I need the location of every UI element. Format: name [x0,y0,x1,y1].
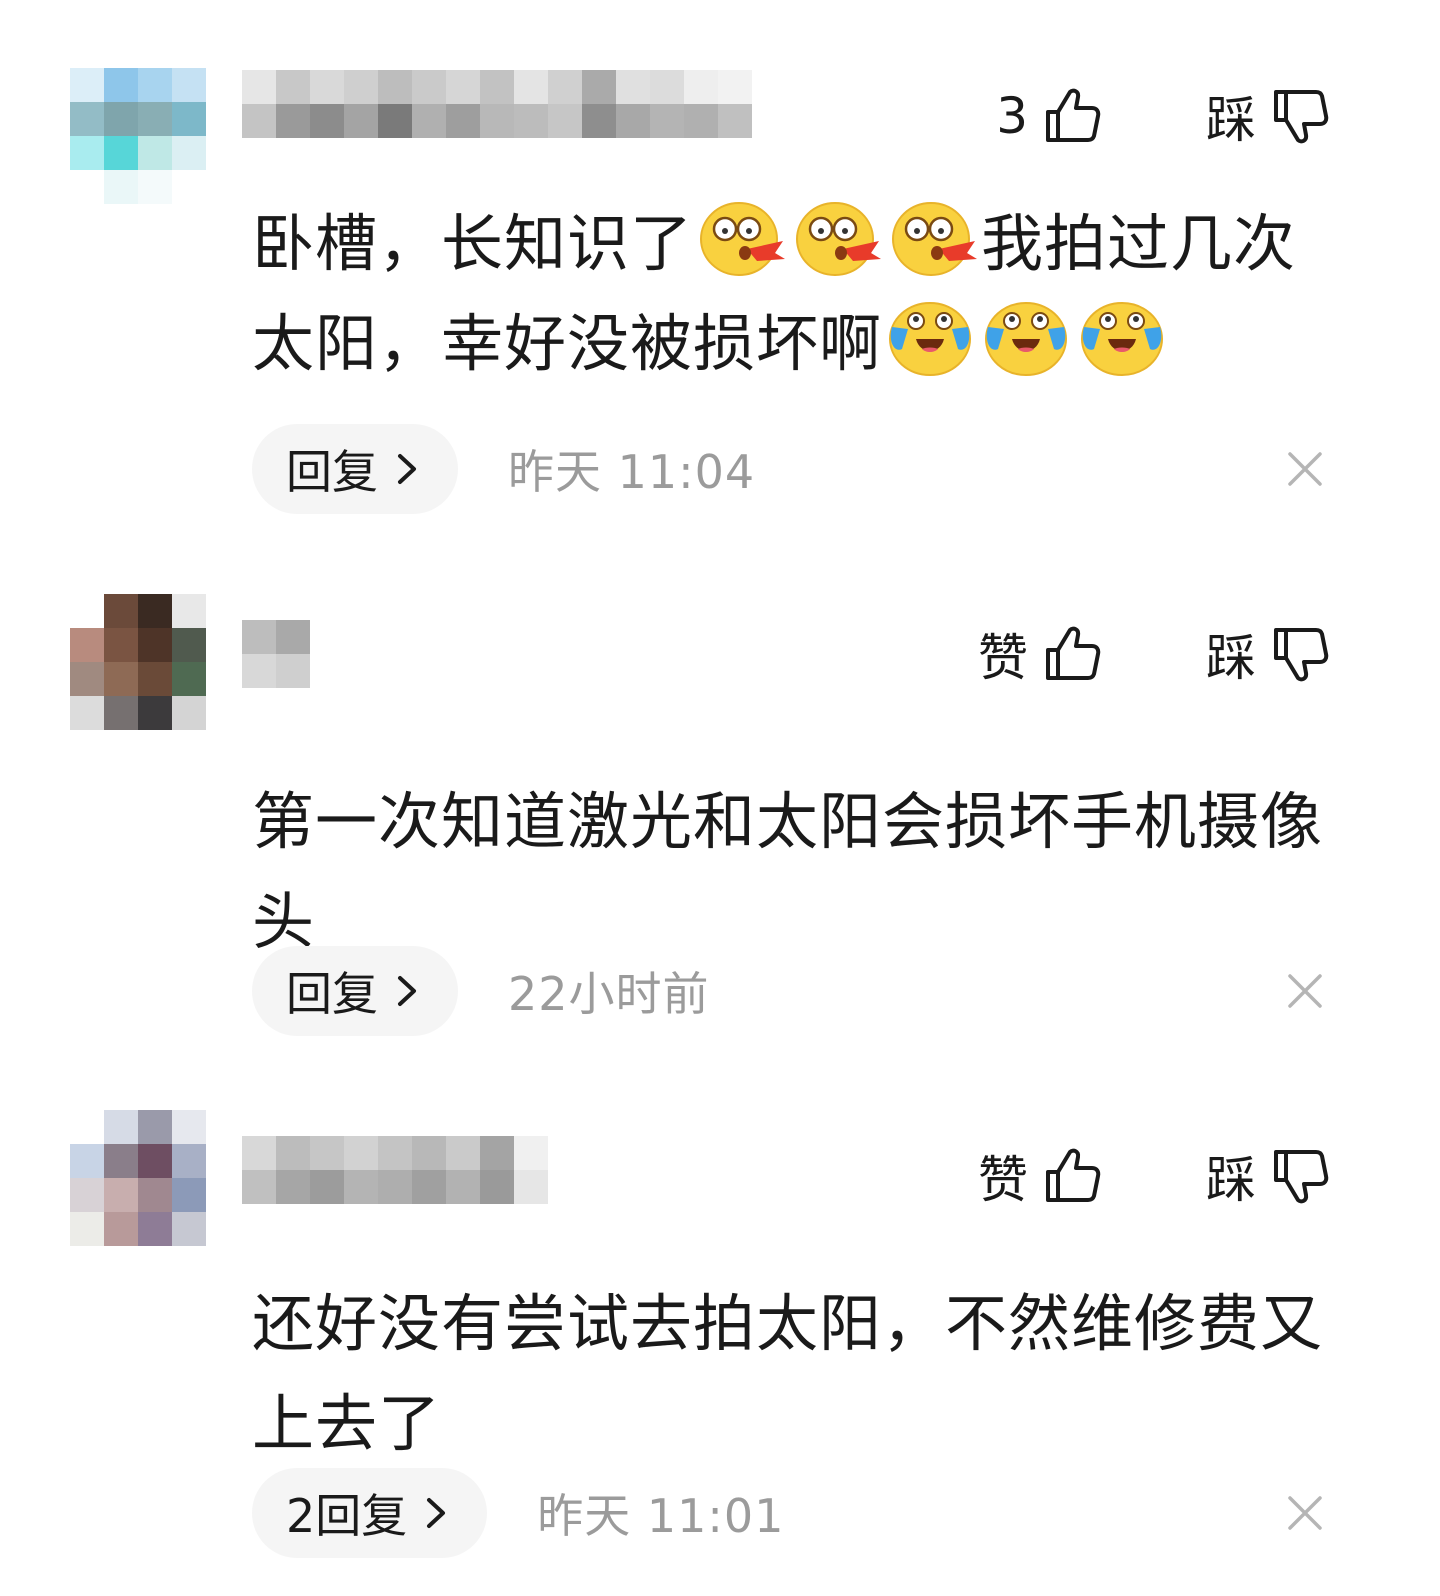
thumbs-down-icon [1270,86,1330,146]
vote-bar: 赞 踩 [978,618,1330,690]
timestamp: 22小时前 [508,967,710,1021]
shocked-spitting-emoji [889,197,977,277]
reply-label: 2回复 [286,1489,408,1543]
thumbs-up-icon [1042,624,1102,684]
shocked-spitting-emoji [793,197,881,277]
like-count: 3 [996,87,1028,145]
dislike-label: 踩 [1206,629,1256,687]
vote-bar: 赞 踩 [978,1140,1330,1212]
comment-item: 赞 踩 第一次知道激光和太阳会损坏手机摄像头 回复 22小时前 [0,540,1440,1060]
dislike-label: 踩 [1206,91,1256,149]
thumbs-up-icon [1042,1146,1102,1206]
dislike-button[interactable]: 踩 [1206,618,1330,690]
vote-bar: 3 踩 [996,80,1330,152]
comment-footer: 回复 22小时前 [252,946,1332,1036]
dislike-label: 踩 [1206,1151,1256,1209]
username[interactable] [242,70,752,138]
chevron-right-icon [425,1496,447,1530]
reply-label: 回复 [286,967,378,1021]
thumbs-down-icon [1270,1146,1330,1206]
dislike-button[interactable]: 踩 [1206,1140,1330,1212]
crying-laughing-emoji [886,297,974,377]
reply-button[interactable]: 回复 [252,424,458,514]
crying-laughing-emoji [982,297,1070,377]
reply-button[interactable]: 回复 [252,946,458,1036]
like-button[interactable]: 赞 [978,618,1102,690]
avatar[interactable] [70,1110,206,1246]
like-label: 赞 [978,1151,1028,1209]
dislike-button[interactable]: 踩 [1206,80,1330,152]
like-button[interactable]: 赞 [978,1140,1102,1212]
reply-button[interactable]: 2回复 [252,1468,488,1558]
close-icon[interactable] [1286,1494,1324,1532]
comment-text: 第一次知道激光和太阳会损坏手机摄像头 [252,785,1324,958]
comment-footer: 回复 昨天 11:04 [252,424,1332,514]
username[interactable] [242,620,310,688]
chevron-right-icon [396,452,418,486]
timestamp: 昨天 11:01 [537,1489,785,1543]
shocked-spitting-emoji [697,197,785,277]
close-icon[interactable] [1286,450,1324,488]
chevron-right-icon [396,974,418,1008]
reply-label: 回复 [286,445,378,499]
comment-item: 3 踩 卧槽，长知识了 我拍过几次太阳，幸好没被损坏啊 回复 昨天 11:04 [0,0,1440,540]
crying-laughing-emoji [1078,297,1166,377]
comment-text: 还好没有尝试去拍太阳，不然维修费又上去了 [252,1287,1324,1460]
close-icon[interactable] [1286,972,1324,1010]
username[interactable] [242,1136,548,1204]
comment-text: 卧槽，长知识了 我拍过几次太阳，幸好没被损坏啊 [252,194,1332,394]
timestamp: 昨天 11:04 [508,445,756,499]
like-button[interactable]: 3 [996,86,1102,146]
like-label: 赞 [978,629,1028,687]
thumbs-up-icon [1042,86,1102,146]
avatar[interactable] [70,68,206,204]
thumbs-down-icon [1270,624,1330,684]
avatar[interactable] [70,594,206,730]
comment-footer: 2回复 昨天 11:01 [252,1468,1332,1558]
comment-item: 赞 踩 还好没有尝试去拍太阳，不然维修费又上去了 2回复 昨天 11:01 [0,1060,1440,1596]
comment-text-part: 卧槽，长知识了 [252,207,694,280]
